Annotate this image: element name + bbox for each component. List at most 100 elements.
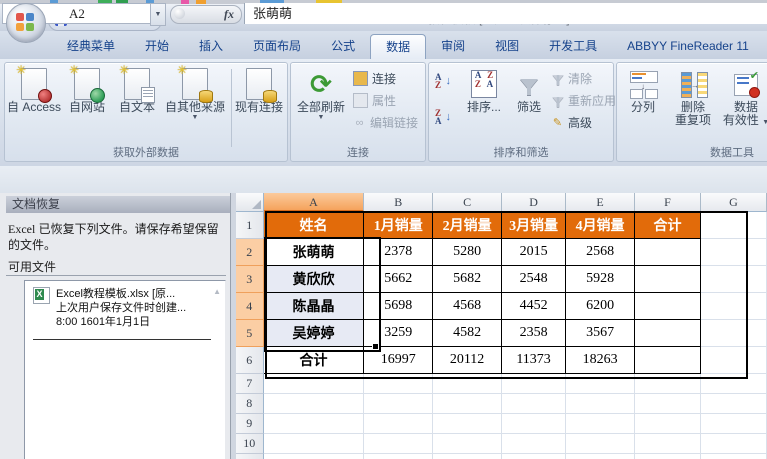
edit-links-button[interactable]: ∞ 编辑链接 xyxy=(353,113,418,132)
cell-A5[interactable]: 吴婷婷 xyxy=(264,320,365,347)
cell-D11[interactable] xyxy=(502,454,566,459)
cell-F2[interactable] xyxy=(635,239,701,266)
cell-A1[interactable]: 姓名 xyxy=(264,212,365,239)
column-header-D[interactable]: D xyxy=(502,193,566,212)
cell-F4[interactable] xyxy=(635,293,701,320)
cell-F6[interactable] xyxy=(635,347,701,374)
cell-A9[interactable] xyxy=(264,414,365,434)
data-validation-button[interactable]: ✔ 数据 有效性 ▼ xyxy=(721,67,767,127)
properties-button[interactable]: 属性 xyxy=(353,91,396,110)
clear-filter-button[interactable]: 清除 xyxy=(551,69,592,88)
cell-F7[interactable] xyxy=(635,374,701,394)
tab-review[interactable]: 审阅 xyxy=(426,34,480,59)
tab-insert[interactable]: 插入 xyxy=(184,34,238,59)
tab-developer[interactable]: 开发工具 xyxy=(534,34,612,59)
cell-F8[interactable] xyxy=(635,394,701,414)
row-header-9[interactable]: 9 xyxy=(236,414,264,434)
cell-B4[interactable]: 5698 xyxy=(364,293,433,320)
cell-G7[interactable] xyxy=(701,374,767,394)
cell-E5[interactable]: 3567 xyxy=(566,320,635,347)
row-header-11[interactable]: 11 xyxy=(236,454,264,459)
cell-D10[interactable] xyxy=(502,434,566,454)
formula-input[interactable]: 张萌萌 xyxy=(244,3,767,24)
from-text-button[interactable]: ✳ 自文本 xyxy=(113,67,161,114)
cell-E1[interactable]: 4月销量 xyxy=(566,212,635,239)
cell-B11[interactable] xyxy=(364,454,433,459)
select-all-corner[interactable] xyxy=(236,193,264,212)
insert-function-button[interactable]: fx xyxy=(170,5,242,24)
cell-D1[interactable]: 3月销量 xyxy=(502,212,566,239)
row-header-10[interactable]: 10 xyxy=(236,434,264,454)
recovered-file-item[interactable]: Excel教程模板.xlsx [原... 上次用户保存文件时创建... 8:00… xyxy=(33,287,206,329)
row-header-8[interactable]: 8 xyxy=(236,394,264,414)
cell-G8[interactable] xyxy=(701,394,767,414)
cell-F11[interactable] xyxy=(635,454,701,459)
cell-B3[interactable]: 5662 xyxy=(364,266,433,293)
cell-C11[interactable] xyxy=(433,454,502,459)
cell-A3[interactable]: 黄欣欣 xyxy=(264,266,365,293)
cell-C5[interactable]: 4582 xyxy=(433,320,502,347)
column-header-C[interactable]: C xyxy=(433,193,502,212)
cell-G9[interactable] xyxy=(701,414,767,434)
cell-F3[interactable] xyxy=(635,266,701,293)
cell-E9[interactable] xyxy=(566,414,635,434)
name-box-dropdown-icon[interactable]: ▼ xyxy=(150,3,166,26)
cell-C9[interactable] xyxy=(433,414,502,434)
cell-D6[interactable]: 11373 xyxy=(502,347,566,374)
cell-F10[interactable] xyxy=(635,434,701,454)
filter-button[interactable]: 筛选 xyxy=(509,67,549,114)
column-header-F[interactable]: F xyxy=(635,193,701,212)
cell-D4[interactable]: 4452 xyxy=(502,293,566,320)
reapply-filter-button[interactable]: 重新应用 xyxy=(551,91,616,110)
cell-C1[interactable]: 2月销量 xyxy=(433,212,502,239)
cell-D8[interactable] xyxy=(502,394,566,414)
connections-button[interactable]: 连接 xyxy=(353,69,396,88)
sort-descending-button[interactable]: ZA ↓ xyxy=(435,107,451,126)
column-header-E[interactable]: E xyxy=(566,193,635,212)
advanced-filter-button[interactable]: ✎ 高级 xyxy=(551,113,592,132)
cell-C10[interactable] xyxy=(433,434,502,454)
from-web-button[interactable]: ✳ 自网站 xyxy=(63,67,111,114)
column-header-B[interactable]: B xyxy=(364,193,433,212)
cell-C6[interactable]: 20112 xyxy=(433,347,502,374)
sort-dialog-button[interactable]: AZZA 排序... xyxy=(461,67,507,114)
column-header-A[interactable]: A xyxy=(264,193,365,212)
cell-E2[interactable]: 2568 xyxy=(566,239,635,266)
cell-G1[interactable] xyxy=(701,212,767,239)
remove-duplicates-button[interactable]: → 删除 重复项 xyxy=(669,67,717,127)
cell-G11[interactable] xyxy=(701,454,767,459)
row-header-3[interactable]: 3 xyxy=(236,266,264,293)
cell-E10[interactable] xyxy=(566,434,635,454)
tab-data[interactable]: 数据 xyxy=(370,34,426,59)
tab-home[interactable]: 开始 xyxy=(130,34,184,59)
cell-A2[interactable]: 张萌萌 xyxy=(264,239,365,266)
row-header-4[interactable]: 4 xyxy=(236,293,264,320)
cell-A6[interactable]: 合计 xyxy=(264,347,365,374)
cell-F1[interactable]: 合计 xyxy=(635,212,701,239)
tab-abbyy-finereader[interactable]: ABBYY FineReader 11 xyxy=(612,34,764,59)
tab-page-layout[interactable]: 页面布局 xyxy=(238,34,316,59)
cell-A8[interactable] xyxy=(264,394,365,414)
cell-D2[interactable]: 2015 xyxy=(502,239,566,266)
scroll-up-icon[interactable]: ▲ xyxy=(213,287,221,296)
cell-A11[interactable] xyxy=(264,454,365,459)
cell-G3[interactable] xyxy=(701,266,767,293)
from-access-button[interactable]: ✳ 自 Access xyxy=(7,67,61,114)
cell-E11[interactable] xyxy=(566,454,635,459)
cell-B10[interactable] xyxy=(364,434,433,454)
cell-C7[interactable] xyxy=(433,374,502,394)
cell-A10[interactable] xyxy=(264,434,365,454)
row-header-6[interactable]: 6 xyxy=(236,347,264,374)
cell-D5[interactable]: 2358 xyxy=(502,320,566,347)
cell-E7[interactable] xyxy=(566,374,635,394)
cell-B9[interactable] xyxy=(364,414,433,434)
cell-C3[interactable]: 5682 xyxy=(433,266,502,293)
cell-C8[interactable] xyxy=(433,394,502,414)
cell-G2[interactable] xyxy=(701,239,767,266)
tab-classic-menu[interactable]: 经典菜单 xyxy=(52,34,130,59)
cell-B6[interactable]: 16997 xyxy=(364,347,433,374)
from-other-sources-button[interactable]: ✳ 自其他来源 ▼ xyxy=(163,67,227,122)
tab-view[interactable]: 视图 xyxy=(480,34,534,59)
cell-B8[interactable] xyxy=(364,394,433,414)
cell-A7[interactable] xyxy=(264,374,365,394)
